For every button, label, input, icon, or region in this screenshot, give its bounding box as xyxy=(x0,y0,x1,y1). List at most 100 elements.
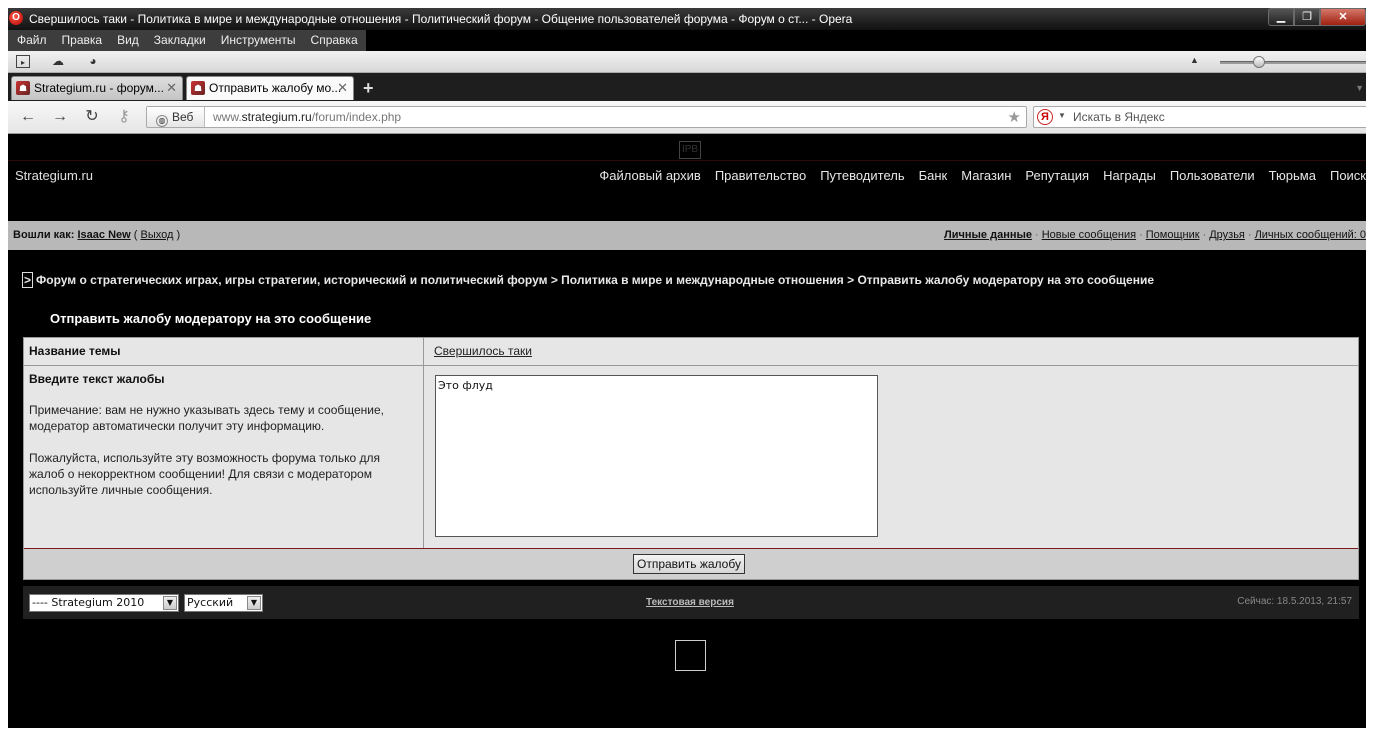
chevron-down-icon[interactable]: ▼ xyxy=(163,596,177,610)
submit-row: Отправить жалобу xyxy=(24,549,1358,579)
tab-strategium[interactable]: ☗ Strategium.ru - форум... ✕ xyxy=(11,76,183,100)
page-footer: ---- Strategium 2010 ▼ Русский ▼ Текстов… xyxy=(23,586,1359,619)
reload-button[interactable]: ↻ xyxy=(82,108,102,126)
personal-data-link[interactable]: Личные данные xyxy=(944,229,1032,241)
favicon-icon: ☗ xyxy=(191,81,205,95)
key-icon[interactable]: ⚷ xyxy=(114,108,134,126)
menu-help[interactable]: Справка xyxy=(304,30,366,51)
language-select-value: Русский xyxy=(187,596,234,609)
minimize-button[interactable]: ▁ xyxy=(1268,8,1294,26)
window-controls: ▁ ❐ ✕ xyxy=(1268,8,1366,26)
friends-link[interactable]: Друзья xyxy=(1209,229,1245,241)
tab-menu-icon[interactable]: ▼ xyxy=(1355,83,1364,93)
search-engine-dropdown-icon[interactable]: ▼ xyxy=(1058,111,1066,120)
menu-bookmarks[interactable]: Закладки xyxy=(147,30,214,51)
menu-file[interactable]: Файл xyxy=(10,30,55,51)
window-title: Свершилось таки - Политика в мире и межд… xyxy=(29,12,853,26)
menu-view[interactable]: Вид xyxy=(110,30,147,51)
breadcrumb: > Форум о стратегических играх, игры стра… xyxy=(22,272,1154,288)
zoom-slider[interactable] xyxy=(1220,61,1366,64)
private-messages-link[interactable]: Личных сообщений: 0 xyxy=(1255,229,1366,241)
nav-shop[interactable]: Магазин xyxy=(961,168,1011,183)
opera-logo-icon: O xyxy=(9,11,23,25)
search-field[interactable]: Я ▼ Искать в Яндекс xyxy=(1033,106,1366,128)
cloud-icon[interactable]: ☁ xyxy=(51,55,65,68)
assistant-link[interactable]: Помощник xyxy=(1146,229,1200,241)
close-window-button[interactable]: ✕ xyxy=(1320,8,1366,26)
favicon-icon: ☗ xyxy=(16,81,30,95)
web-label: Веб xyxy=(172,110,194,124)
panel-toggle-icon[interactable]: ▸ xyxy=(16,55,30,68)
menu-edit[interactable]: Правка xyxy=(55,30,111,51)
nav-bank[interactable]: Банк xyxy=(919,168,948,183)
divider xyxy=(8,160,1366,161)
language-select[interactable]: Русский ▼ xyxy=(184,594,263,612)
breadcrumb-text[interactable]: Форум о стратегических играх, игры страт… xyxy=(36,273,1154,287)
nav-search[interactable]: Поиск xyxy=(1330,168,1366,183)
form-title: Отправить жалобу модератору на это сообщ… xyxy=(50,311,372,326)
usage-text: Пожалуйста, используйте эту возможность … xyxy=(29,451,381,497)
maximize-button[interactable]: ❐ xyxy=(1294,8,1320,26)
logged-in-label: Вошли как: xyxy=(13,229,75,241)
complaint-row: Введите текст жалобы Примечание: вам не … xyxy=(24,366,1358,549)
skin-select-value: ---- Strategium 2010 xyxy=(32,596,145,609)
zoom-slider-knob[interactable] xyxy=(1253,56,1265,68)
nav-reputation[interactable]: Репутация xyxy=(1025,168,1089,183)
empty-box xyxy=(675,640,706,671)
breadcrumb-arrow-icon[interactable]: > xyxy=(22,272,34,288)
text-version-link[interactable]: Текстовая версия xyxy=(646,597,734,608)
current-time: Сейчас: 18.5.2013, 21:57 xyxy=(1237,596,1352,607)
chevron-down-icon[interactable]: ▼ xyxy=(247,596,261,610)
web-badge[interactable]: ◍ Веб xyxy=(147,107,205,127)
close-tab-icon[interactable]: ✕ xyxy=(166,77,177,99)
topic-label-cell: Название темы xyxy=(24,338,424,365)
nav-prison[interactable]: Тюрьма xyxy=(1269,168,1316,183)
tab-bar: ☗ Strategium.ru - форум... ✕ ☗ Отправить… xyxy=(8,73,1366,101)
topic-label: Название темы xyxy=(29,344,121,358)
panel-bar: ▸ ☁ ◕ ▲ xyxy=(8,51,1366,73)
skin-select[interactable]: ---- Strategium 2010 ▼ xyxy=(29,594,179,612)
close-tab-icon[interactable]: ✕ xyxy=(337,77,348,99)
tab-label: Отправить жалобу мо... xyxy=(209,81,342,95)
title-bar: O Свершилось таки - Политика в мире и ме… xyxy=(8,8,1366,30)
yandex-icon[interactable]: Я xyxy=(1037,109,1053,125)
speed-dial-icon[interactable]: ◕ xyxy=(86,55,100,68)
search-placeholder: Искать в Яндекс xyxy=(1073,110,1165,124)
menu-bar: Файл Правка Вид Закладки Инструменты Спр… xyxy=(8,30,366,51)
url-text[interactable]: www.strategium.ru/forum/index.php xyxy=(213,110,401,124)
browser-window: O Свершилось таки - Политика в мире и ме… xyxy=(8,8,1366,728)
complaint-textarea[interactable]: Это флуд xyxy=(435,375,878,537)
complaint-label-cell: Введите текст жалобы Примечание: вам не … xyxy=(24,366,424,548)
nav-guide[interactable]: Путеводитель xyxy=(820,168,904,183)
topic-row: Название темы Свершилось таки xyxy=(24,338,1358,366)
url-prefix: www. xyxy=(213,110,242,124)
new-tab-button[interactable]: + xyxy=(363,78,374,99)
nav-awards[interactable]: Награды xyxy=(1103,168,1156,183)
forward-button[interactable]: → xyxy=(50,108,70,126)
submit-complaint-button[interactable]: Отправить жалобу xyxy=(633,554,745,574)
address-field[interactable]: ◍ Веб www.strategium.ru/forum/index.php ★ xyxy=(146,106,1027,128)
url-domain: strategium.ru xyxy=(241,110,312,124)
nav-government[interactable]: Правительство xyxy=(715,168,806,183)
back-button[interactable]: ← xyxy=(18,108,38,126)
tab-label: Strategium.ru - форум... xyxy=(34,81,164,95)
ipb-badge: IPB xyxy=(679,141,701,159)
complaint-label: Введите текст жалобы xyxy=(29,372,165,386)
menu-tools[interactable]: Инструменты xyxy=(214,30,304,51)
report-form: Название темы Свершилось таки Введите те… xyxy=(23,337,1359,580)
zoom-up-icon[interactable]: ▲ xyxy=(1190,55,1199,65)
topic-link[interactable]: Свершилось таки xyxy=(434,344,532,358)
tab-report-complaint[interactable]: ☗ Отправить жалобу мо... ✕ xyxy=(186,76,354,100)
web-page: IPB Strategium.ru Файловый архив Правите… xyxy=(8,135,1366,728)
user-bar: Вошли как: Isaac New ( Выход ) Личные да… xyxy=(8,221,1366,250)
logout-link[interactable]: Выход xyxy=(140,229,173,241)
site-name[interactable]: Strategium.ru xyxy=(15,168,93,183)
username-link[interactable]: Isaac New xyxy=(78,229,131,241)
bookmark-star-icon[interactable]: ★ xyxy=(1008,108,1021,126)
topic-value-cell: Свершилось таки xyxy=(425,338,1358,365)
note-text: Примечание: вам не нужно указывать здесь… xyxy=(29,403,384,433)
nav-users[interactable]: Пользователи xyxy=(1170,168,1255,183)
user-links: Личные данные · Новые сообщения · Помощник · Д… xyxy=(944,229,1366,241)
nav-file-archive[interactable]: Файловый архив xyxy=(599,168,700,183)
new-messages-link[interactable]: Новые сообщения xyxy=(1042,229,1136,241)
